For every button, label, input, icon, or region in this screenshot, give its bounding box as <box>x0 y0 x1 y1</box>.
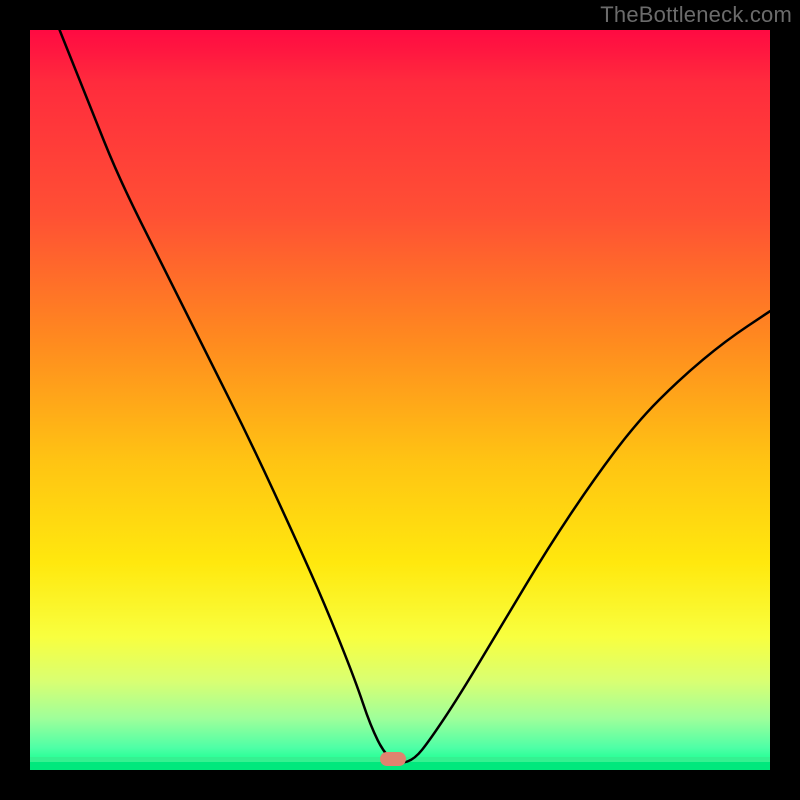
optimal-point-marker <box>380 752 406 766</box>
plot-area <box>30 30 770 770</box>
chart-stage: TheBottleneck.com <box>0 0 800 800</box>
bottleneck-curve <box>30 30 770 770</box>
watermark-text: TheBottleneck.com <box>600 2 792 28</box>
